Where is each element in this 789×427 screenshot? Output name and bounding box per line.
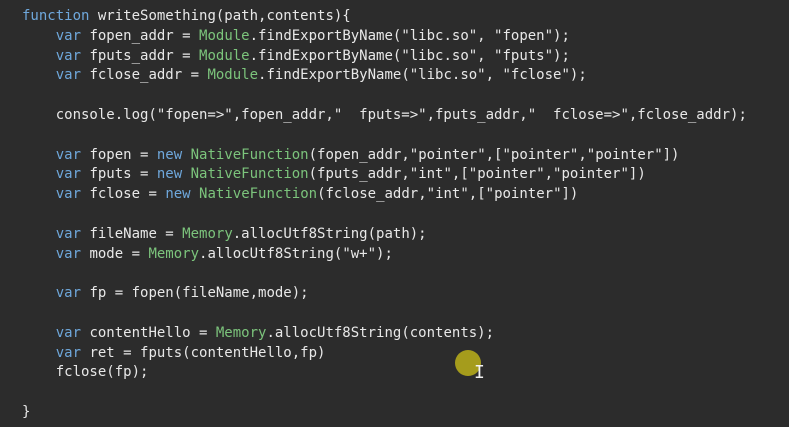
keyword-token: var [55,245,82,262]
keyword-token: var [55,324,82,341]
code-line[interactable]: ​ [22,126,789,146]
code-line[interactable]: var fclose = new NativeFunction(fclose_a… [22,185,789,205]
keyword-token: new [165,186,191,203]
code-line[interactable]: ​ [22,304,789,324]
code-editor[interactable]: function writeSomething(path,contents){ … [0,0,789,427]
code-line[interactable]: var fclose_addr = Module.findExportByNam… [22,66,789,86]
code-token: fputs_addr = [81,47,200,64]
code-line[interactable]: function writeSomething(path,contents){ [22,7,789,27]
class-token: NativeFunction [190,146,309,163]
code-token: console.log("fopen=>",fopen_addr," fputs… [22,106,747,123]
code-line[interactable]: console.log("fopen=>",fopen_addr," fputs… [22,106,789,126]
class-token: Module [199,27,250,44]
class-token: Memory [182,225,233,242]
code-line[interactable]: var mode = Memory.allocUtf8String("w+"); [22,245,789,265]
keyword-token: var [55,47,82,64]
code-line[interactable]: ​ [22,264,789,284]
code-token: ret = fputs(contentHello,fp) [81,344,326,361]
keyword-token: var [55,166,82,183]
class-token: NativeFunction [190,166,309,183]
code-line[interactable]: var fileName = Memory.allocUtf8String(pa… [22,225,789,245]
keyword-token: var [55,146,82,163]
code-token: fopen_addr = [81,27,200,44]
code-token: fopen = [81,146,157,163]
code-line[interactable]: var fputs_addr = Module.findExportByName… [22,47,789,67]
code-token: .allocUtf8String("w+"); [199,245,393,262]
code-line[interactable]: } [22,403,789,423]
code-token: .findExportByName("libc.so", "fopen"); [249,27,570,44]
code-token: .allocUtf8String(contents); [266,324,495,341]
code-line[interactable]: var contentHello = Memory.allocUtf8Strin… [22,324,789,344]
code-token: (fputs_addr,"int",["pointer","pointer"]) [308,166,646,183]
code-token: } [22,403,31,420]
code-lines: function writeSomething(path,contents){ … [22,7,789,423]
keyword-token: new [156,146,183,163]
code-token: mode = [81,245,149,262]
code-token: .findExportByName("libc.so", "fputs"); [249,47,570,64]
code-line[interactable]: fclose(fp); [22,363,789,383]
keyword-token: var [55,27,82,44]
keyword-token: var [55,67,82,84]
i-beam-cursor-icon: I [474,362,485,383]
code-line[interactable]: ​ [22,205,789,225]
class-token: Memory [148,245,200,262]
code-token: contentHello = [81,324,216,341]
keyword-token: var [55,344,82,361]
code-token: (fclose_addr,"int",["pointer"]) [317,186,579,203]
code-token: fclose(fp); [22,364,149,381]
keyword-token: var [55,225,82,242]
code-token: fileName = [81,225,183,242]
keyword-token: function [22,8,90,24]
code-line[interactable]: var fp = fopen(fileName,mode); [22,284,789,304]
code-token: fp = fopen(fileName,mode); [81,285,309,302]
code-line[interactable]: ​ [22,86,789,106]
code-line[interactable]: ​ [22,383,789,403]
code-line[interactable]: var ret = fputs(contentHello,fp) [22,344,789,364]
keyword-token: var [55,285,82,302]
code-token: .findExportByName("libc.so", "fclose"); [258,67,587,84]
code-token: fclose = [81,186,166,203]
code-line[interactable]: var fputs = new NativeFunction(fputs_add… [22,165,789,185]
code-line[interactable]: var fopen = new NativeFunction(fopen_add… [22,146,789,166]
code-token: writeSomething(path,contents){ [89,8,351,24]
class-token: Memory [215,324,267,341]
code-token: .allocUtf8String(path); [232,225,427,242]
class-token: Module [207,67,259,84]
code-token: (fopen_addr,"pointer",["pointer","pointe… [308,146,680,163]
code-token: fputs = [81,166,157,183]
class-token: NativeFunction [199,186,318,203]
keyword-token: new [156,166,183,183]
keyword-token: var [55,186,82,203]
class-token: Module [199,47,250,64]
code-line[interactable]: var fopen_addr = Module.findExportByName… [22,27,789,47]
code-token: fclose_addr = [81,67,208,84]
